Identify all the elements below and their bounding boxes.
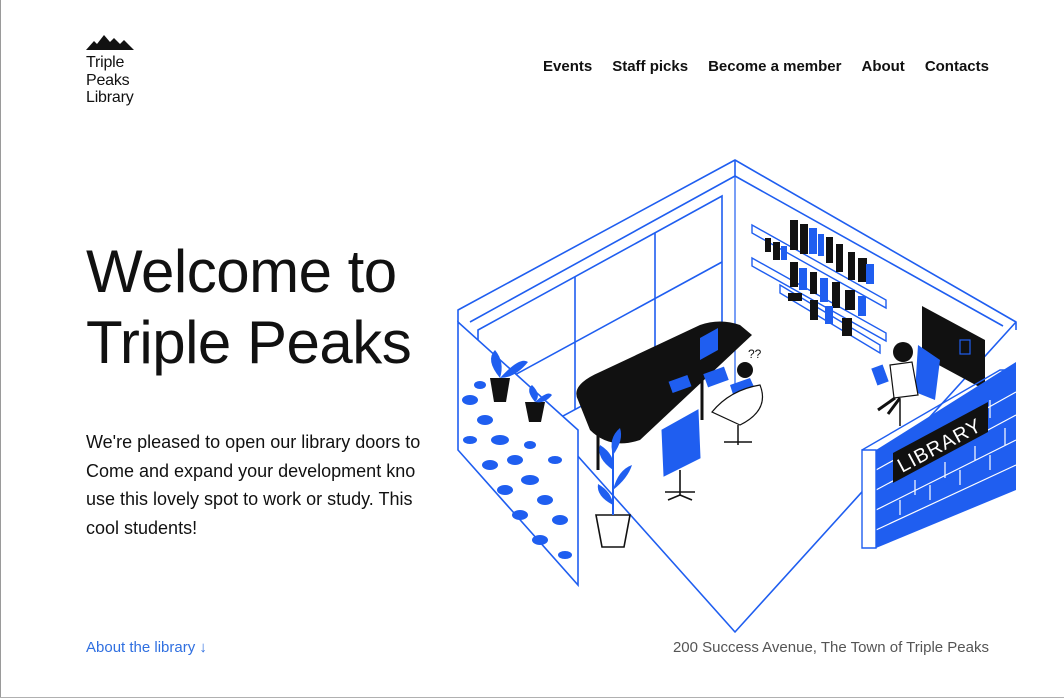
logo-line: Library bbox=[86, 89, 134, 106]
logo-text: Triple Peaks Library bbox=[86, 54, 134, 107]
intro-line: We're pleased to open our library doors … bbox=[86, 432, 421, 452]
bookshelves bbox=[751, 220, 887, 355]
library-room-illustration: ?? LIBRARY bbox=[457, 159, 1017, 633]
address-text: 200 Success Avenue, The Town of Triple P… bbox=[672, 639, 989, 656]
plant-wall bbox=[457, 320, 579, 588]
page-left-border bbox=[0, 0, 1, 698]
reader-figure bbox=[871, 342, 940, 426]
hero-title-line: Triple Peaks bbox=[86, 309, 412, 376]
intro-line: cool students! bbox=[86, 517, 198, 538]
about-library-link[interactable]: About the library ↓ bbox=[86, 639, 207, 656]
nav-become-member[interactable]: Become a member bbox=[708, 58, 841, 75]
hero-title: Welcome to Triple Peaks bbox=[86, 236, 436, 378]
logo-line: Peaks bbox=[86, 71, 130, 89]
nav-staff-picks[interactable]: Staff picks bbox=[612, 58, 688, 75]
nav-contacts[interactable]: Contacts bbox=[925, 58, 989, 75]
logo-link[interactable]: Triple Peaks Library bbox=[86, 34, 134, 107]
svg-text:??: ?? bbox=[748, 347, 762, 361]
intro-paragraph: We're pleased to open our library doors … bbox=[86, 428, 436, 542]
main-nav: Events Staff picks Become a member About… bbox=[523, 58, 989, 75]
nav-about[interactable]: About bbox=[861, 58, 904, 75]
mountain-peaks-icon bbox=[86, 35, 134, 50]
logo-line: Triple bbox=[86, 54, 125, 71]
nav-events[interactable]: Events bbox=[543, 58, 592, 75]
intro-line: Come and expand your development kno bbox=[86, 460, 416, 481]
intro-line: use this lovely spot to work or study. T… bbox=[86, 489, 413, 509]
desk-chair bbox=[661, 409, 701, 501]
hero-title-line: Welcome to bbox=[86, 238, 397, 305]
